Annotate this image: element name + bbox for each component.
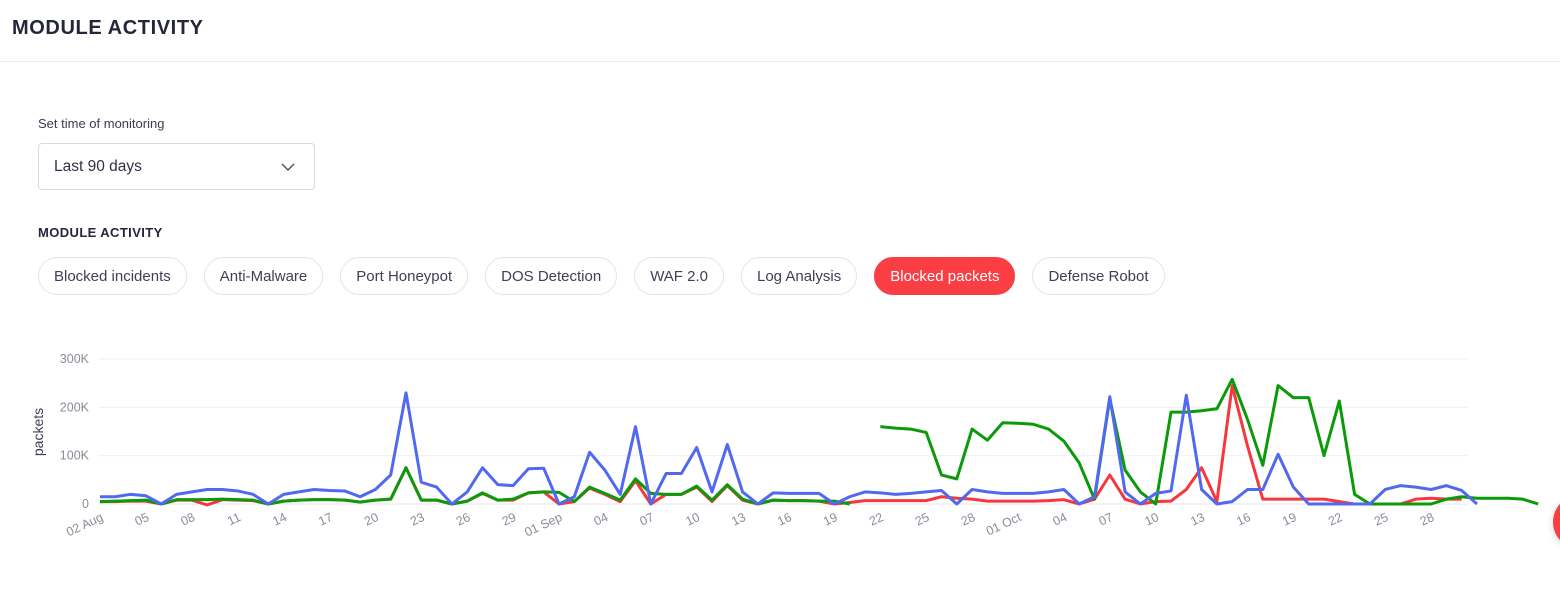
x-tick-label: 19 xyxy=(821,510,840,529)
time-range-select[interactable]: Last 90 days xyxy=(38,143,315,190)
chevron-down-icon xyxy=(281,163,295,171)
page-title: MODULE ACTIVITY xyxy=(12,17,204,39)
x-tick-label: 04 xyxy=(592,510,611,529)
x-tick-label: 10 xyxy=(683,510,702,529)
y-tick-label: 100K xyxy=(60,449,90,463)
x-tick-label: 13 xyxy=(1188,510,1207,529)
tab-blocked-packets[interactable]: Blocked packets xyxy=(874,257,1016,295)
x-tick-label: 28 xyxy=(959,510,978,529)
time-range-value: Last 90 days xyxy=(54,158,142,175)
tab-dos-detection[interactable]: DOS Detection xyxy=(485,257,618,295)
y-tick-label: 200K xyxy=(60,400,90,414)
x-tick-label: 29 xyxy=(500,510,519,529)
page-header: MODULE ACTIVITY xyxy=(0,0,1560,62)
x-tick-label: 16 xyxy=(775,510,794,529)
x-tick-label: 02 Aug xyxy=(64,510,105,539)
x-tick-label: 25 xyxy=(913,510,932,529)
monitoring-label: Set time of monitoring xyxy=(38,116,165,131)
x-tick-label: 25 xyxy=(1372,510,1391,529)
x-tick-label: 04 xyxy=(1051,510,1070,529)
y-tick-label: 300K xyxy=(60,352,90,366)
series-line-blue xyxy=(100,391,1478,506)
x-tick-label: 13 xyxy=(729,510,748,529)
x-tick-label: 10 xyxy=(1142,510,1161,529)
x-tick-label: 26 xyxy=(454,510,473,529)
module-tabs: Blocked incidents Anti-Malware Port Hone… xyxy=(38,257,1165,295)
tab-waf[interactable]: WAF 2.0 xyxy=(634,257,724,295)
x-tick-label: 17 xyxy=(316,510,335,529)
x-tick-label: 16 xyxy=(1234,510,1253,529)
x-tick-label: 07 xyxy=(1097,510,1116,529)
tab-log-analysis[interactable]: Log Analysis xyxy=(741,257,858,295)
tab-port-honeypot[interactable]: Port Honeypot xyxy=(340,257,469,295)
x-tick-label: 01 Sep xyxy=(522,510,564,539)
x-tick-label: 22 xyxy=(1326,510,1345,529)
x-tick-label: 28 xyxy=(1418,510,1437,529)
tab-defense-robot[interactable]: Defense Robot xyxy=(1032,257,1165,295)
y-axis-label: packets xyxy=(30,408,46,456)
y-tick-label: 0 xyxy=(82,497,89,511)
x-tick-label: 19 xyxy=(1280,510,1299,529)
x-tick-label: 07 xyxy=(638,510,657,529)
x-tick-label: 23 xyxy=(408,510,427,529)
line-chart: 0 100K 200K 300K packets 02 Aug 05 08 11 14 17 20 23… xyxy=(30,352,1539,539)
x-tick-label: 11 xyxy=(225,510,243,528)
tab-anti-malware[interactable]: Anti-Malware xyxy=(203,257,324,295)
module-activity-chart: 0 100K 200K 300K packets 02 Aug 05 08 11 14 17 20 23… xyxy=(0,330,1560,602)
x-tick-label: 22 xyxy=(867,510,886,529)
section-title: MODULE ACTIVITY xyxy=(38,225,163,240)
x-tick-label: 08 xyxy=(179,510,198,529)
x-tick-label: 01 Oct xyxy=(984,510,1024,538)
tab-blocked-incidents[interactable]: Blocked incidents xyxy=(38,257,187,295)
x-tick-label: 14 xyxy=(270,510,289,529)
x-tick-label: 20 xyxy=(362,510,381,529)
x-tick-label: 05 xyxy=(133,510,152,529)
